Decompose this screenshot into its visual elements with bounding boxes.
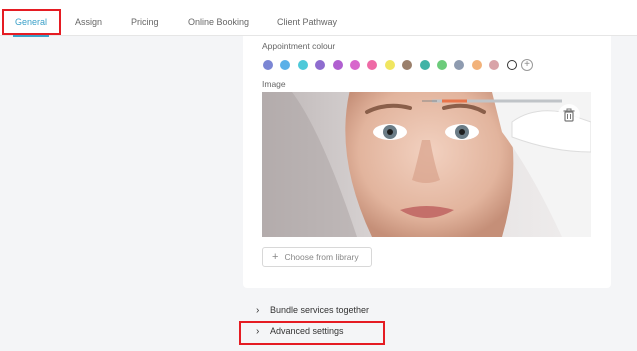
appointment-colour-label: Appointment colour (262, 41, 336, 51)
tab-client-pathway[interactable]: Client Pathway (277, 0, 337, 36)
image-label: Image (262, 79, 286, 89)
colour-swatch[interactable] (506, 60, 517, 70)
colour-swatch[interactable] (437, 60, 447, 70)
bundle-services-label: Bundle services together (270, 305, 370, 315)
colour-swatch[interactable] (332, 60, 343, 70)
colour-swatch[interactable] (384, 60, 395, 70)
trash-icon (563, 108, 575, 122)
tab-bar: General Assign Pricing Online Booking Cl… (0, 0, 637, 37)
colour-swatch[interactable] (263, 60, 273, 70)
tab-assign[interactable]: Assign (75, 0, 102, 36)
plus-circle-icon[interactable]: + (521, 59, 533, 71)
colour-swatch[interactable] (471, 60, 482, 70)
plus-icon: + (272, 251, 279, 263)
choose-from-library-button[interactable]: + Choose from library (262, 247, 372, 267)
choose-from-library-label: Choose from library (284, 252, 359, 262)
chevron-right-icon: › (256, 304, 260, 316)
general-tab-highlight (2, 9, 61, 35)
colour-swatch[interactable] (297, 60, 308, 70)
advanced-settings-highlight (239, 321, 385, 345)
service-image (262, 92, 591, 237)
face-photo (262, 92, 591, 237)
colour-swatch[interactable] (419, 60, 430, 70)
delete-image-button[interactable] (558, 104, 580, 126)
tab-pricing[interactable]: Pricing (131, 0, 159, 36)
bundle-services-expander[interactable]: › Bundle services together (256, 303, 369, 317)
colour-swatch[interactable] (350, 60, 360, 70)
tab-online-booking[interactable]: Online Booking (188, 0, 249, 36)
